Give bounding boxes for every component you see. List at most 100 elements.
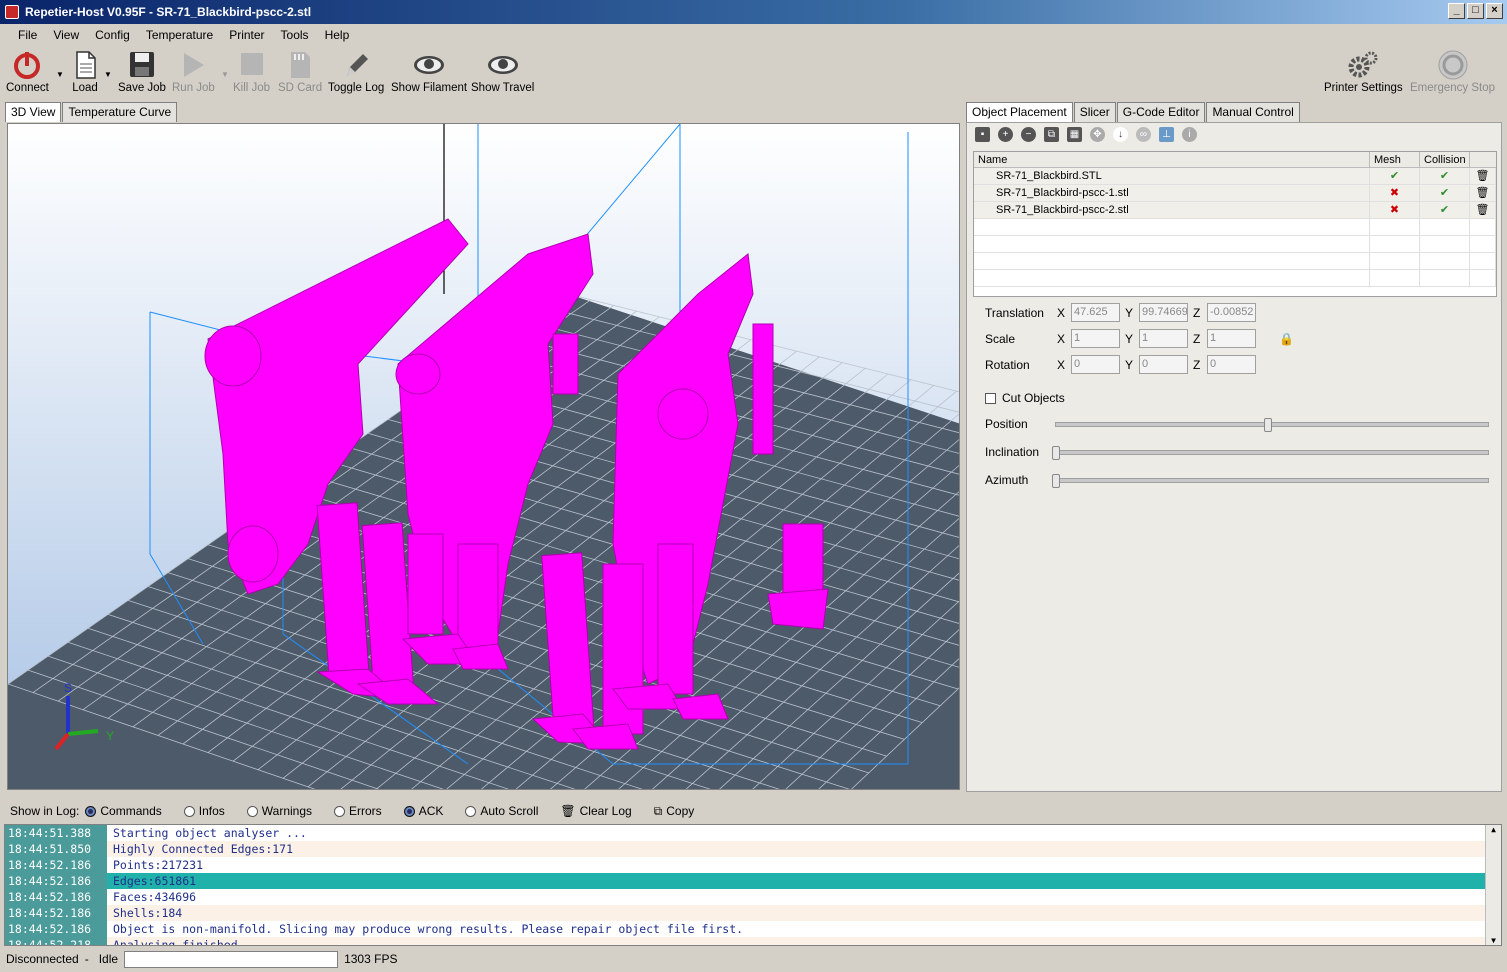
info-icon[interactable]: i bbox=[1182, 127, 1197, 142]
toggle-log-button[interactable]: Toggle Log bbox=[328, 50, 384, 94]
scroll-down-icon[interactable]: ▼ bbox=[1486, 936, 1501, 945]
object-row[interactable]: SR-71_Blackbird.STL ✔ ✔ 🗑 bbox=[974, 168, 1496, 185]
header-name: Name bbox=[974, 152, 1370, 167]
stop-icon bbox=[235, 50, 269, 80]
tab-slicer[interactable]: Slicer bbox=[1073, 102, 1116, 122]
object-row[interactable]: SR-71_Blackbird-pscc-2.stl ✖ ✔ 🗑 bbox=[974, 202, 1496, 219]
log-row[interactable]: 18:44:52.186 Shells:184 bbox=[5, 905, 1501, 921]
rotation-y-input[interactable]: 0 bbox=[1139, 355, 1188, 374]
tab-3d-view[interactable]: 3D View bbox=[5, 102, 62, 122]
center-icon[interactable]: ✥ bbox=[1090, 127, 1105, 142]
object-list[interactable]: Name Mesh Collision SR-71_Blackbird.STL … bbox=[973, 151, 1497, 297]
log-row[interactable]: 18:44:52.186 Points:217231 bbox=[5, 857, 1501, 873]
translation-y-input[interactable]: 99.74669 bbox=[1139, 303, 1188, 322]
tab-object-placement[interactable]: Object Placement bbox=[966, 102, 1073, 122]
scale-y-input[interactable]: 1 bbox=[1139, 329, 1188, 348]
rotation-z-input[interactable]: 0 bbox=[1207, 355, 1256, 374]
menu-printer[interactable]: Printer bbox=[221, 28, 272, 42]
show-travel-button[interactable]: Show Travel bbox=[471, 50, 534, 94]
cut-objects-label: Cut Objects bbox=[1002, 391, 1065, 405]
tab-manual-control[interactable]: Manual Control bbox=[1206, 102, 1300, 122]
filter-infos[interactable]: Infos bbox=[183, 804, 225, 818]
menu-help[interactable]: Help bbox=[317, 28, 358, 42]
collision-ok-icon: ✔ bbox=[1420, 202, 1470, 218]
kill-job-button[interactable]: Kill Job bbox=[233, 50, 270, 94]
copy-log-button[interactable]: ⧉ Copy bbox=[654, 804, 695, 819]
log-timestamp: 18:44:52.186 bbox=[5, 905, 107, 921]
scroll-up-icon[interactable]: ▲ bbox=[1486, 825, 1501, 834]
menu-temperature[interactable]: Temperature bbox=[138, 28, 221, 42]
save-icon bbox=[125, 50, 159, 80]
connect-dropdown-icon[interactable]: ▼ bbox=[56, 70, 64, 79]
menu-bar: File View Config Temperature Printer Too… bbox=[0, 24, 1507, 46]
tab-temperature-curve[interactable]: Temperature Curve bbox=[62, 102, 178, 122]
position-slider-thumb[interactable] bbox=[1263, 417, 1272, 432]
filter-ack[interactable]: ACK bbox=[403, 804, 443, 818]
cut-objects-checkbox[interactable] bbox=[985, 392, 996, 404]
log-row-selected[interactable]: 18:44:52.186 Edges:651861 bbox=[5, 873, 1501, 889]
scale-x-input[interactable]: 1 bbox=[1071, 329, 1120, 348]
object-row[interactable]: SR-71_Blackbird-pscc-1.stl ✖ ✔ 🗑 bbox=[974, 185, 1496, 202]
position-slider[interactable] bbox=[1055, 417, 1489, 432]
log-row[interactable]: 18:44:52.218 Analysing finished bbox=[5, 937, 1501, 945]
close-button[interactable]: × bbox=[1486, 3, 1503, 19]
trash-icon[interactable]: 🗑 bbox=[1470, 185, 1496, 201]
save-job-label: Save Job bbox=[118, 82, 166, 94]
printer-settings-label: Printer Settings bbox=[1324, 82, 1403, 94]
printer-settings-button[interactable]: Printer Settings bbox=[1324, 50, 1403, 94]
inclination-slider[interactable] bbox=[1052, 445, 1489, 460]
trash-icon[interactable]: 🗑 bbox=[1470, 202, 1496, 218]
lock-icon[interactable]: 🔒 bbox=[1279, 332, 1294, 346]
azimuth-slider[interactable] bbox=[1052, 473, 1489, 488]
menu-file[interactable]: File bbox=[10, 28, 45, 42]
filter-commands[interactable]: Commands bbox=[85, 804, 162, 818]
connect-button[interactable]: Connect bbox=[6, 50, 49, 94]
copy-icon[interactable]: ⧉ bbox=[1044, 127, 1059, 142]
land-icon[interactable]: ⊥ bbox=[1159, 127, 1174, 142]
minimize-button[interactable]: _ bbox=[1448, 3, 1465, 19]
auto-scroll-toggle[interactable]: Auto Scroll bbox=[465, 804, 538, 818]
position-label: Position bbox=[985, 417, 1028, 431]
scale-z-input[interactable]: 1 bbox=[1207, 329, 1256, 348]
menu-config[interactable]: Config bbox=[87, 28, 138, 42]
load-dropdown-icon[interactable]: ▼ bbox=[104, 70, 112, 79]
kill-job-label: Kill Job bbox=[233, 82, 271, 94]
object-name: SR-71_Blackbird-pscc-2.stl bbox=[974, 202, 1370, 218]
maximize-button[interactable]: □ bbox=[1467, 3, 1484, 19]
inclination-slider-thumb[interactable] bbox=[1052, 445, 1060, 460]
azimuth-slider-thumb[interactable] bbox=[1052, 473, 1060, 488]
translation-x-input[interactable]: 47.625 bbox=[1071, 303, 1120, 322]
trash-icon[interactable]: 🗑 bbox=[1470, 168, 1496, 184]
run-job-button[interactable]: Run Job bbox=[172, 50, 215, 94]
add-icon[interactable]: + bbox=[998, 127, 1013, 142]
menu-tools[interactable]: Tools bbox=[273, 28, 317, 42]
save-icon[interactable]: ▪ bbox=[975, 127, 990, 142]
log-pane[interactable]: 18:44:51.388 Starting object analyser ...… bbox=[4, 824, 1502, 946]
filter-warnings[interactable]: Warnings bbox=[246, 804, 312, 818]
log-row[interactable]: 18:44:52.186 Object is non-manifold. Slic… bbox=[5, 921, 1501, 937]
run-job-dropdown-icon[interactable]: ▼ bbox=[221, 70, 229, 79]
menu-view[interactable]: View bbox=[45, 28, 87, 42]
grid-icon[interactable]: ▦ bbox=[1067, 127, 1082, 142]
3d-view-canvas[interactable]: S Y bbox=[7, 123, 960, 790]
emergency-stop-button[interactable]: Emergency Stop bbox=[1410, 50, 1495, 94]
remove-icon[interactable]: − bbox=[1021, 127, 1036, 142]
object-list-header: Name Mesh Collision bbox=[974, 152, 1496, 168]
show-filament-button[interactable]: Show Filament bbox=[391, 50, 467, 94]
filter-errors[interactable]: Errors bbox=[334, 804, 382, 818]
link-icon[interactable]: ∞ bbox=[1136, 127, 1151, 142]
sd-card-button[interactable]: SD Card bbox=[278, 50, 322, 94]
3d-scene[interactable]: S Y bbox=[8, 124, 960, 790]
log-row[interactable]: 18:44:52.186 Faces:434696 bbox=[5, 889, 1501, 905]
log-row[interactable]: 18:44:51.850 Highly Connected Edges:171 bbox=[5, 841, 1501, 857]
translation-z-input[interactable]: -0.00852 bbox=[1207, 303, 1256, 322]
save-job-button[interactable]: Save Job bbox=[118, 50, 166, 94]
drop-to-bed-icon[interactable]: ↓ bbox=[1113, 127, 1128, 142]
log-row[interactable]: 18:44:51.388 Starting object analyser ... bbox=[5, 825, 1501, 841]
clear-log-button[interactable]: 🗑 Clear Log bbox=[560, 804, 631, 818]
tab-gcode-editor[interactable]: G-Code Editor bbox=[1116, 102, 1206, 122]
rotation-x-input[interactable]: 0 bbox=[1071, 355, 1120, 374]
log-scrollbar[interactable]: ▲ ▼ bbox=[1485, 825, 1501, 945]
load-button[interactable]: Load bbox=[68, 50, 102, 94]
title-bar: Repetier-Host V0.95F - SR-71_Blackbird-p… bbox=[0, 0, 1507, 24]
